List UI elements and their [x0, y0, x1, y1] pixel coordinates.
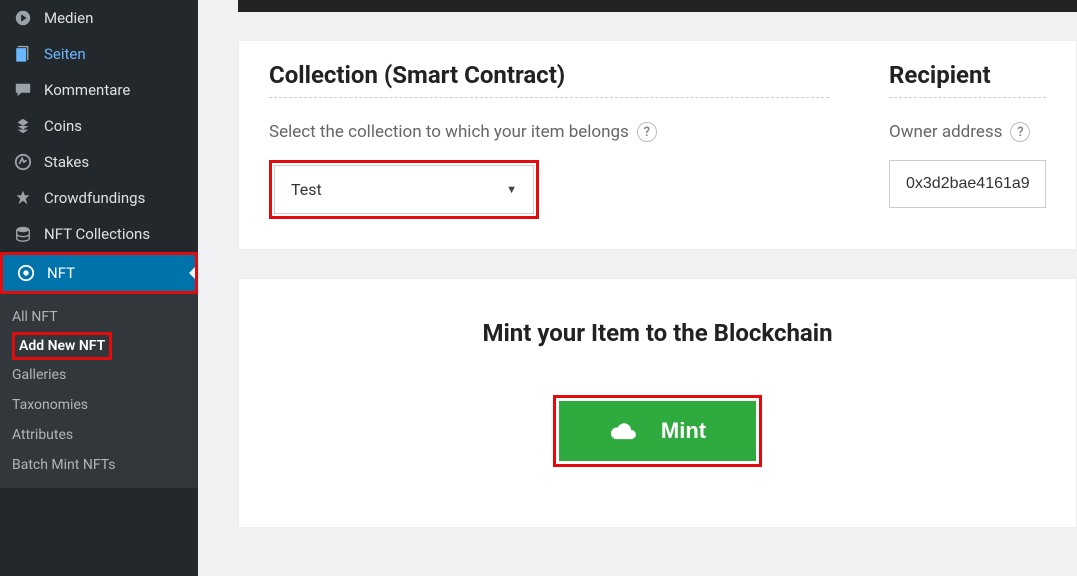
admin-sidebar: Medien Seiten Kommentare Coins Stakes Cr… — [0, 0, 198, 576]
collections-icon — [12, 225, 34, 243]
submenu-add-new-nft[interactable]: Add New NFT — [17, 335, 107, 357]
mint-card: Mint your Item to the Blockchain Mint — [238, 278, 1077, 528]
sidebar-item-medien[interactable]: Medien — [0, 0, 198, 36]
highlight-nft-menu: NFT — [0, 252, 198, 294]
chevron-down-icon: ▼ — [506, 183, 517, 196]
sidebar-item-seiten[interactable]: Seiten — [0, 36, 198, 72]
sidebar-item-label: Kommentare — [44, 81, 130, 99]
collection-field-label-text: Select the collection to which your item… — [269, 122, 629, 142]
coins-icon — [12, 117, 34, 135]
sidebar-item-nft-collections[interactable]: NFT Collections — [0, 216, 198, 252]
help-icon[interactable]: ? — [1010, 122, 1030, 142]
submenu-galleries[interactable]: Galleries — [12, 360, 198, 390]
sidebar-item-kommentare[interactable]: Kommentare — [0, 72, 198, 108]
collection-recipient-card: Collection (Smart Contract) Select the c… — [238, 40, 1077, 250]
sidebar-item-label: NFT — [47, 264, 75, 282]
help-icon[interactable]: ? — [637, 122, 657, 142]
nft-icon — [15, 264, 37, 282]
owner-address-input[interactable] — [889, 160, 1046, 208]
recipient-field-label-text: Owner address — [889, 122, 1002, 142]
media-icon — [12, 9, 34, 27]
sidebar-item-coins[interactable]: Coins — [0, 108, 198, 144]
collection-field-label: Select the collection to which your item… — [269, 122, 829, 142]
collection-heading: Collection (Smart Contract) — [269, 61, 829, 98]
sidebar-item-nft[interactable]: NFT — [3, 255, 195, 291]
submenu-attributes[interactable]: Attributes — [12, 420, 198, 450]
sidebar-item-crowdfundings[interactable]: Crowdfundings — [0, 180, 198, 216]
sidebar-item-label: Medien — [44, 9, 93, 27]
recipient-field-label: Owner address ? — [889, 122, 1046, 142]
submenu-taxonomies[interactable]: Taxonomies — [12, 390, 198, 420]
stakes-icon — [12, 153, 34, 171]
cloud-upload-icon — [609, 417, 637, 445]
top-dark-bar — [238, 0, 1077, 12]
submenu-all-nft[interactable]: All NFT — [12, 302, 198, 332]
mint-button[interactable]: Mint — [559, 401, 756, 461]
sidebar-item-label: Coins — [44, 117, 82, 135]
main-content: Collection (Smart Contract) Select the c… — [198, 0, 1077, 576]
sidebar-item-label: Seiten — [44, 45, 86, 63]
nft-submenu: All NFT Add New NFT Galleries Taxonomies… — [0, 294, 198, 488]
comments-icon — [12, 81, 34, 99]
recipient-heading: Recipient — [889, 61, 1046, 98]
pages-icon — [12, 45, 34, 63]
highlight-mint-button: Mint — [553, 395, 762, 467]
sidebar-item-stakes[interactable]: Stakes — [0, 144, 198, 180]
collection-selected-value: Test — [291, 180, 322, 199]
sidebar-item-label: Crowdfundings — [44, 189, 145, 207]
submenu-batch-mint[interactable]: Batch Mint NFTs — [12, 450, 198, 480]
sidebar-item-label: NFT Collections — [44, 225, 150, 243]
collection-dropdown[interactable]: Test ▼ — [274, 165, 534, 214]
highlight-add-new-nft: Add New NFT — [12, 332, 112, 360]
mint-button-label: Mint — [661, 418, 706, 444]
sidebar-item-label: Stakes — [44, 153, 89, 171]
crowdfundings-icon — [12, 189, 34, 207]
mint-heading: Mint your Item to the Blockchain — [269, 319, 1046, 347]
highlight-collection-dropdown: Test ▼ — [269, 160, 539, 219]
